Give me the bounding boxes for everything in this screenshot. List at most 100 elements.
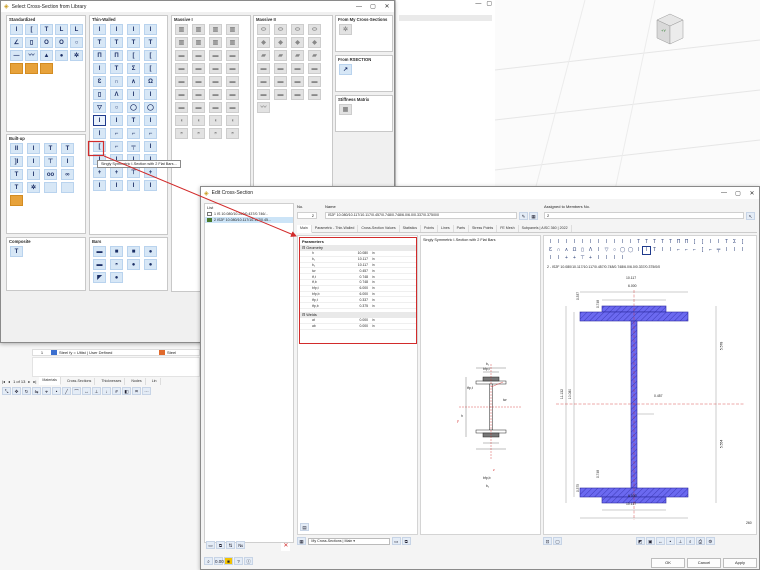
section-type-shape-icon[interactable]: [ xyxy=(739,239,746,246)
thin-walled-shape-icon[interactable]: I xyxy=(110,180,123,191)
section-type-shape-icon[interactable]: I xyxy=(547,239,554,246)
section-type-shape-icon[interactable]: ⌐ xyxy=(683,247,690,254)
bars-shape-icon[interactable]: ● xyxy=(144,259,157,270)
thin-walled-shape-icon[interactable]: ⊤ xyxy=(127,167,140,178)
massive-2-shape-icon[interactable]: ▬ xyxy=(308,89,321,100)
massive-1-shape-icon[interactable]: ◖ xyxy=(192,115,205,126)
pager-next-icon[interactable]: ▸ xyxy=(28,379,30,384)
section-type-shape-icon[interactable]: I xyxy=(603,239,610,246)
section-type-shape-icon[interactable]: I xyxy=(627,239,634,246)
standardized-shape-icon[interactable]: O xyxy=(40,37,53,48)
thin-walled-shape-icon[interactable]: I xyxy=(144,115,157,126)
section-type-shape-icon[interactable]: Ɛ xyxy=(547,247,554,254)
built-up-shape-icon[interactable]: T xyxy=(61,143,74,154)
bars-shape-icon[interactable]: ▬ xyxy=(93,259,106,270)
built-up-shape-icon[interactable]: T xyxy=(44,143,57,154)
section-type-shape-icon[interactable]: I xyxy=(739,247,746,254)
bars-shape-icon[interactable]: ■ xyxy=(110,246,123,257)
massive-1-shape-icon[interactable]: ▥ xyxy=(226,24,239,35)
massive-1-shape-icon[interactable]: ▥ xyxy=(192,37,205,48)
section-type-shape-icon[interactable]: Π xyxy=(683,239,690,246)
massive-1-shape-icon[interactable]: ▬ xyxy=(226,50,239,61)
standardized-shape-icon[interactable]: L xyxy=(70,24,83,35)
massive-1-shape-icon[interactable]: ▬ xyxy=(226,89,239,100)
pager-prev-icon[interactable]: ◂ xyxy=(8,379,10,384)
thin-walled-shape-icon[interactable]: ⌐ xyxy=(127,128,140,139)
info-icon[interactable]: ⓘ xyxy=(244,557,253,565)
parameter-value[interactable]: 10.117 xyxy=(340,257,368,261)
section-type-shape-icon[interactable]: ∩ xyxy=(555,247,562,254)
thin-walled-shape-icon[interactable]: I xyxy=(93,180,106,191)
thin-walled-shape-icon[interactable]: I xyxy=(110,115,123,126)
massive-1-shape-icon[interactable]: ◓ xyxy=(175,128,188,139)
thin-walled-shape-icon[interactable]: + xyxy=(144,167,157,178)
section-type-shape-icon[interactable]: T xyxy=(651,239,658,246)
tab-parametric[interactable]: Parametric - Thin-Walled xyxy=(312,225,359,232)
built-up-shape-icon[interactable]: ]I xyxy=(10,156,23,167)
params-options-icon[interactable]: ▤ xyxy=(300,523,309,531)
massive-1-shape-icon[interactable]: ▬ xyxy=(175,102,188,113)
section-type-shape-icon[interactable]: T xyxy=(667,239,674,246)
section-type-shape-icon[interactable]: I xyxy=(595,239,602,246)
section-type-shape-icon[interactable]: I xyxy=(603,255,610,262)
thin-walled-shape-icon[interactable]: Π xyxy=(110,50,123,61)
standardized-shape-icon[interactable]: ∠ xyxy=(10,37,23,48)
massive-2-shape-icon[interactable]: ⬭ xyxy=(308,24,321,35)
massive-1-shape-icon[interactable]: ▬ xyxy=(209,63,222,74)
standardized-shape-icon[interactable]: — xyxy=(10,50,23,61)
section-type-shape-icon[interactable]: T xyxy=(643,239,650,246)
massive-2-shape-icon[interactable]: ◆ xyxy=(308,37,321,48)
assigned-field[interactable]: 2 xyxy=(544,212,744,219)
massive-2-shape-icon[interactable]: 〰 xyxy=(257,102,270,113)
built-up-shape-icon[interactable] xyxy=(44,182,57,193)
no-field[interactable]: 2 xyxy=(297,212,317,219)
built-up-shape-icon[interactable]: ▮ xyxy=(10,195,23,206)
section-type-shape-icon[interactable]: + xyxy=(563,255,570,262)
parameter-value[interactable]: 0.000 xyxy=(340,324,369,328)
section-type-shape-icon[interactable]: + xyxy=(587,255,594,262)
massive-1-shape-icon[interactable]: ◖ xyxy=(226,115,239,126)
massive-1-shape-icon[interactable]: ▬ xyxy=(192,102,205,113)
composite-shape-icon[interactable]: T xyxy=(10,246,23,257)
standardized-shape-icon[interactable]: ▯ xyxy=(25,37,38,48)
massive-2-shape-icon[interactable]: ▬ xyxy=(274,63,287,74)
thin-walled-shape-icon[interactable]: [ xyxy=(144,63,157,74)
tab-statistics[interactable]: Statistics xyxy=(400,225,422,232)
massive-2-shape-icon[interactable]: ◆ xyxy=(291,37,304,48)
bars-shape-icon[interactable]: ● xyxy=(110,272,123,283)
built-up-shape-icon[interactable]: T xyxy=(10,182,23,193)
section-type-shape-icon[interactable]: [ xyxy=(699,247,706,254)
section-type-shape-icon[interactable]: T xyxy=(723,239,730,246)
thin-walled-shape-icon[interactable]: I xyxy=(93,115,106,126)
section-type-shape-icon[interactable]: I xyxy=(595,247,602,254)
parameter-value[interactable]: 6.000 xyxy=(340,286,369,290)
section-type-shape-icon[interactable]: T xyxy=(659,239,666,246)
tab-thicknesses[interactable]: Thicknesses xyxy=(98,377,126,385)
thin-walled-shape-icon[interactable]: T xyxy=(127,37,140,48)
massive-1-shape-icon[interactable]: ▥ xyxy=(175,24,188,35)
thin-walled-shape-icon[interactable]: ∩ xyxy=(110,76,123,87)
tab-lines[interactable]: Lines xyxy=(438,225,454,232)
thin-walled-shape-icon[interactable]: Π xyxy=(93,50,106,61)
massive-2-shape-icon[interactable]: ▬ xyxy=(308,63,321,74)
massive-1-shape-icon[interactable]: ▥ xyxy=(192,24,205,35)
thin-walled-shape-icon[interactable]: ⌐ xyxy=(110,141,123,152)
search-icon[interactable]: ⌕ xyxy=(204,557,213,565)
tab-stress-points[interactable]: Stress Points xyxy=(469,225,498,232)
section-type-shape-icon[interactable]: ◯ xyxy=(627,247,634,254)
apply-button[interactable]: Apply xyxy=(723,558,757,568)
pager-last-icon[interactable]: ▸| xyxy=(33,379,36,384)
massive-1-shape-icon[interactable]: ▬ xyxy=(226,76,239,87)
renumber-icon[interactable]: № xyxy=(236,541,245,549)
section-type-shape-icon[interactable]: Π xyxy=(675,239,682,246)
massive-1-shape-icon[interactable]: ▥ xyxy=(175,37,188,48)
massive-1-shape-icon[interactable]: ▥ xyxy=(209,24,222,35)
thin-walled-shape-icon[interactable]: ◯ xyxy=(127,102,140,113)
maximize-icon[interactable]: ▢ xyxy=(731,190,745,197)
help-icon[interactable]: ? xyxy=(234,557,243,565)
massive-2-shape-icon[interactable]: ⬭ xyxy=(257,24,270,35)
tool-grid-icon[interactable]: # xyxy=(112,387,121,395)
massive-1-shape-icon[interactable]: ▬ xyxy=(175,89,188,100)
massive-1-shape-icon[interactable]: ▬ xyxy=(226,63,239,74)
delete-icon[interactable]: ✕ xyxy=(281,543,291,551)
